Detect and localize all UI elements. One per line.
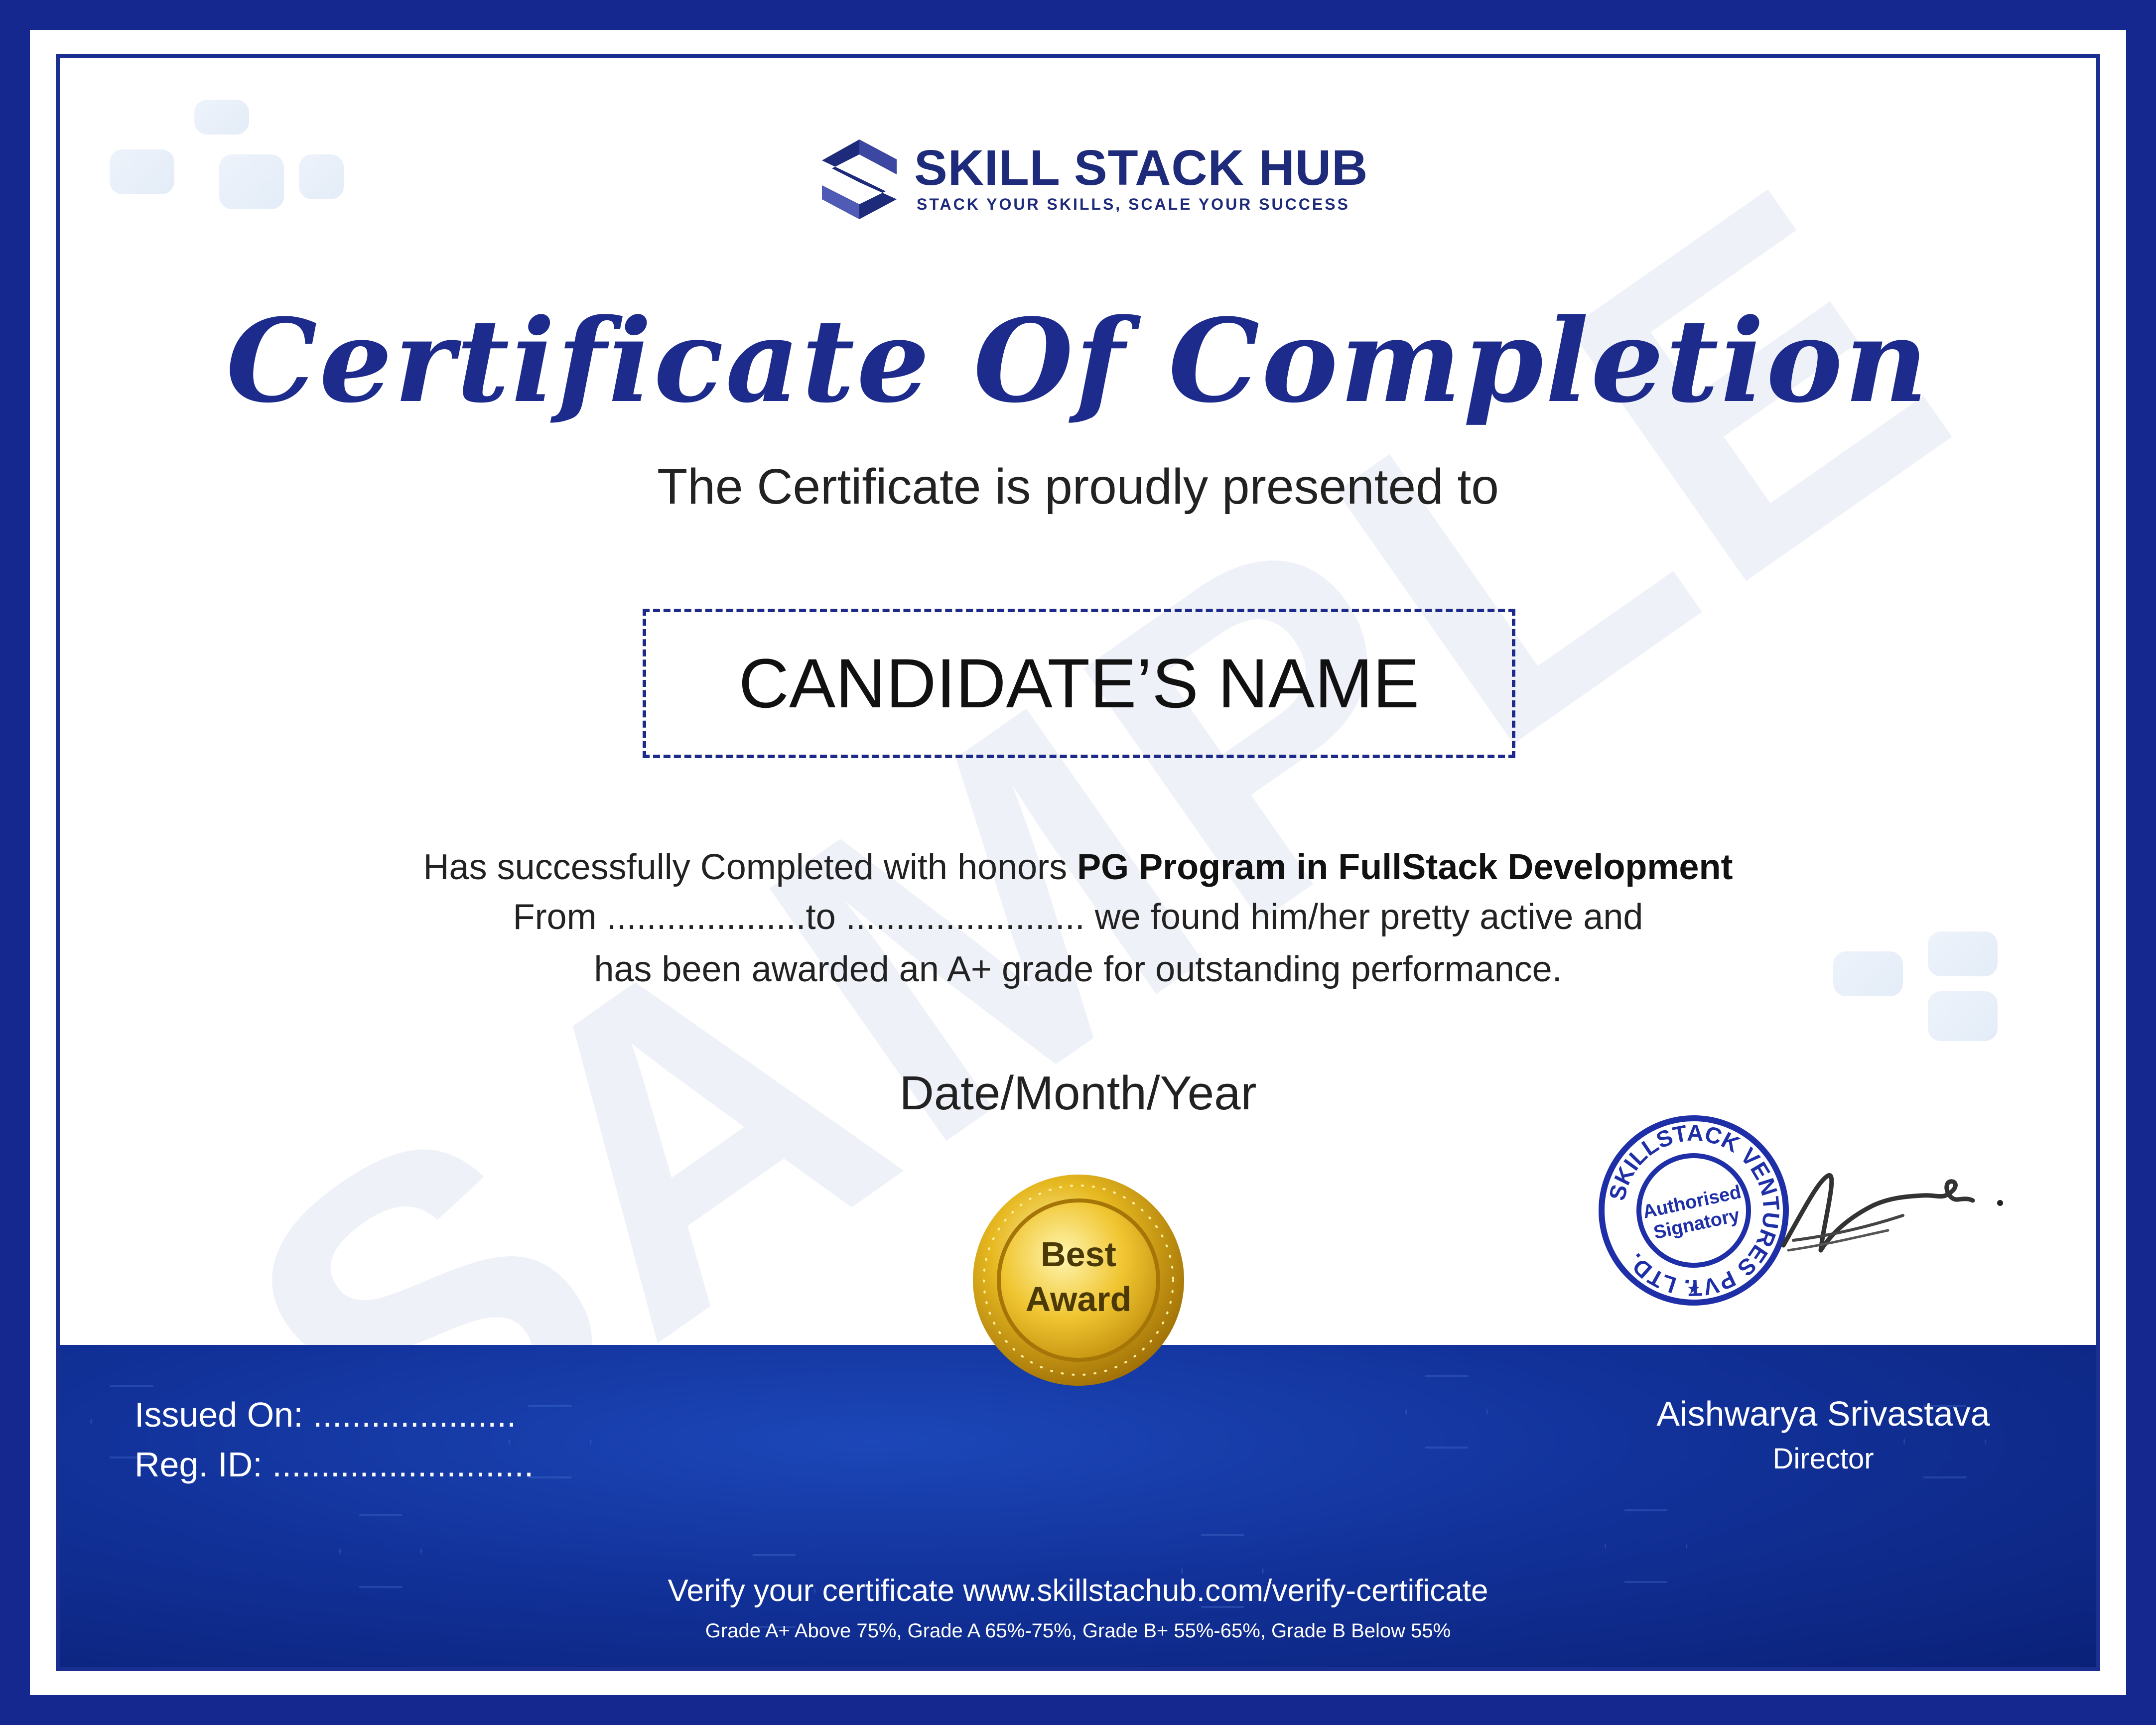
director-signature bbox=[1781, 1173, 2003, 1253]
medal-line-1: Best bbox=[1041, 1235, 1116, 1274]
presented-to-text: The Certificate is proudly presented to bbox=[657, 459, 1499, 515]
candidate-name: CANDIDATE’S NAME bbox=[738, 644, 1420, 722]
completion-line-1: Has successfully Completed with honors P… bbox=[0, 847, 2156, 888]
completion-line-3: has been awarded an A+ grade for outstan… bbox=[594, 949, 1562, 989]
signer-role: Director bbox=[1772, 1443, 1874, 1475]
verify-certificate-text: Verify your certificate www.skillstachub… bbox=[668, 1574, 1488, 1608]
completion-prefix: Has successfully Completed with honors bbox=[423, 847, 1078, 887]
svg-text:★: ★ bbox=[1687, 1280, 1701, 1298]
registration-id: Reg. ID: ........................... bbox=[135, 1445, 534, 1484]
brand-logo: SKILL STACK HUB STACK YOUR SKILLS, SCALE… bbox=[822, 134, 1367, 224]
brand-name: SKILL STACK HUB bbox=[914, 140, 1368, 196]
candidate-name-box: CANDIDATE’S NAME bbox=[643, 609, 1515, 758]
certificate-date: Date/Month/Year bbox=[899, 1066, 1257, 1120]
grade-scale-text: Grade A+ Above 75%, Grade A 65%-75%, Gra… bbox=[705, 1620, 1451, 1642]
medal-line-2: Award bbox=[1025, 1280, 1132, 1319]
company-stamp-icon: SKILLSTACK VENTURES PVT. LTD. Authorised… bbox=[1599, 1115, 1789, 1306]
certificate-page: SAMPLE SKILL STACK HUB STACK YOUR SKILLS… bbox=[0, 0, 2156, 1725]
program-name: PG Program in FullStack Development bbox=[1077, 847, 1733, 887]
issued-on: Issued On: ..................... bbox=[135, 1395, 517, 1434]
brand-tagline: STACK YOUR SKILLS, SCALE YOUR SUCCESS bbox=[917, 195, 1350, 213]
completion-line-2: From ....................to ............… bbox=[513, 897, 1643, 937]
certificate-title: Certificate Of Completion bbox=[226, 294, 1930, 428]
skill-stack-logo-icon bbox=[822, 139, 897, 219]
signer-name: Aishwarya Srivastava bbox=[1656, 1394, 1990, 1433]
footer-issue-details: Issued On: ..................... Reg. ID… bbox=[135, 1390, 534, 1489]
